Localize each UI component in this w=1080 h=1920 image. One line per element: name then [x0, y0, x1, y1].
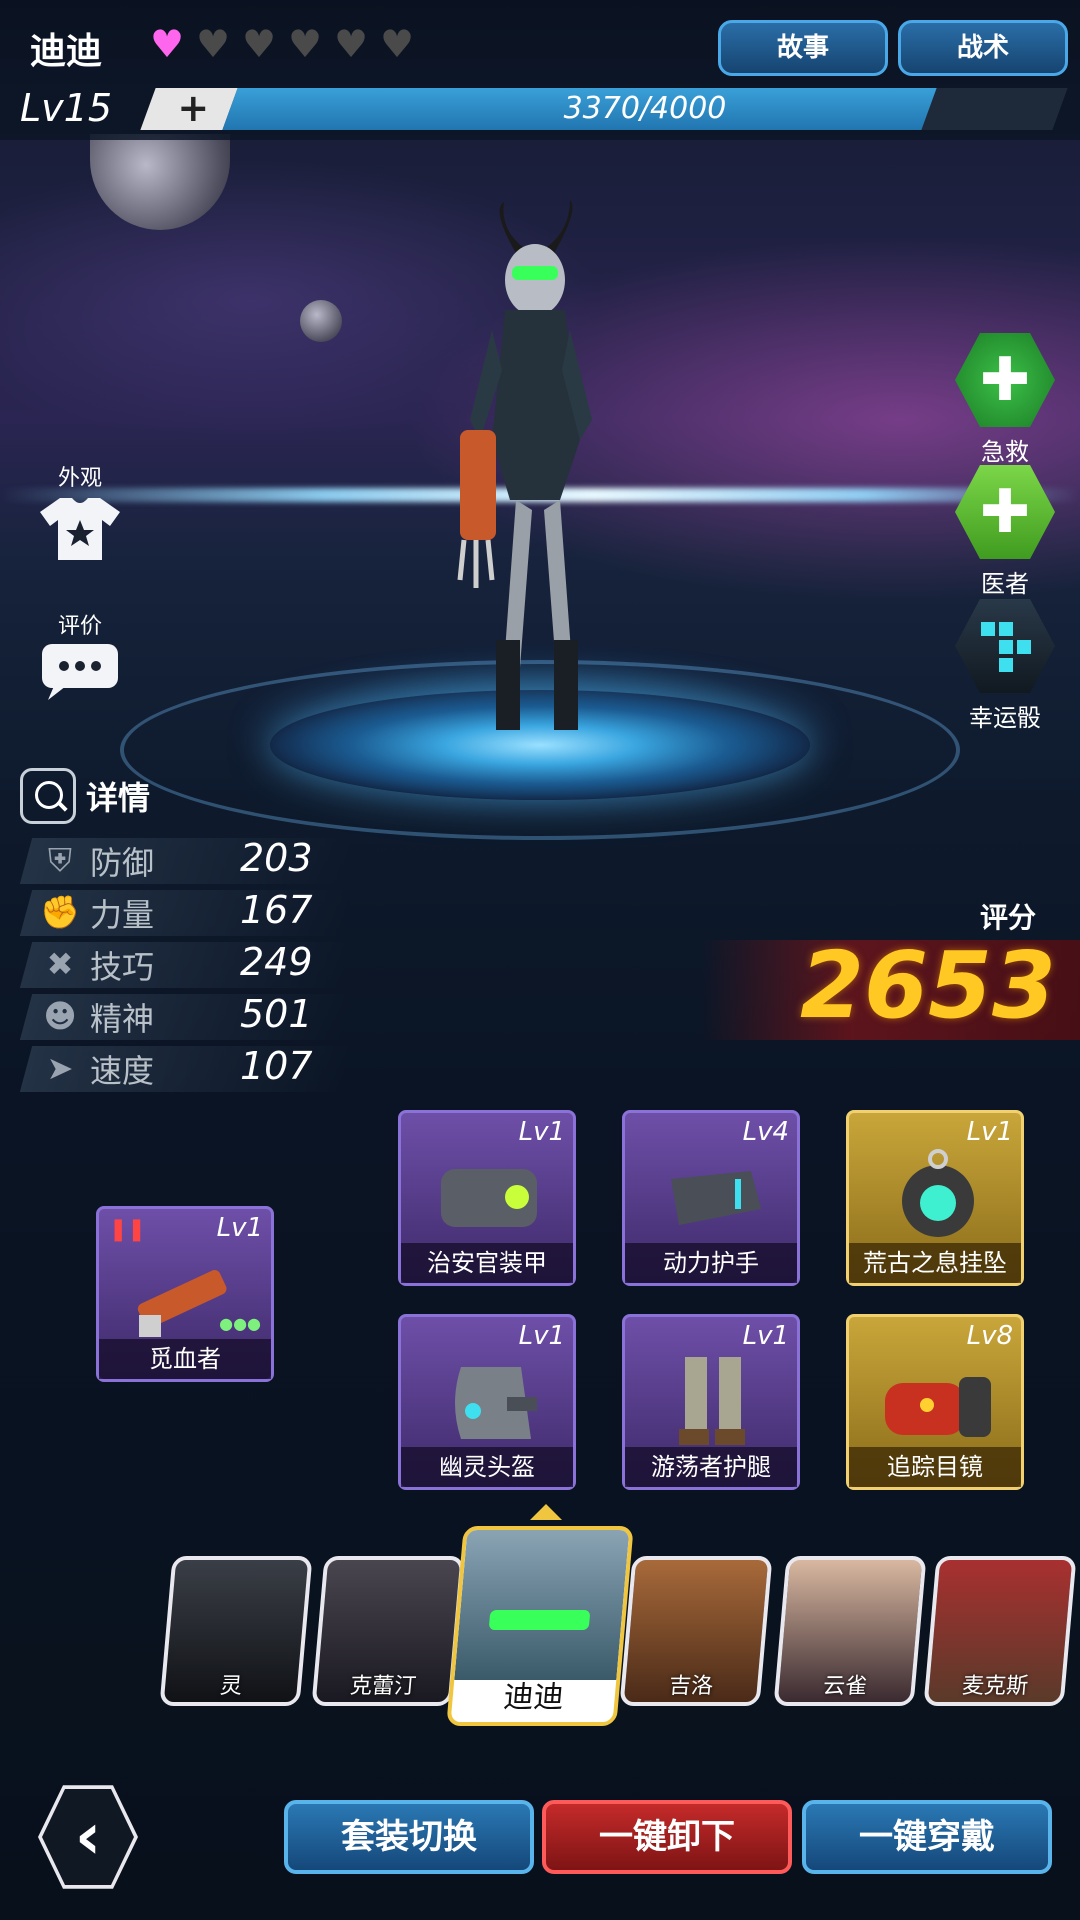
equip-slot-legs[interactable]: Lv1 游荡者护腿 — [622, 1314, 800, 1490]
hero-card[interactable]: 吉洛 — [619, 1556, 773, 1706]
equip-slot-gauntlet[interactable]: Lv4 动力护手 — [622, 1110, 800, 1286]
stat-name-spirit: 精神 — [90, 1000, 155, 1038]
speed-icon: ➤ — [46, 1049, 74, 1087]
equip-level: Lv1 — [966, 1117, 1013, 1147]
shirt-star-icon — [40, 498, 120, 560]
hero-name: 麦克斯 — [961, 1674, 1030, 1699]
gauntlet-icon — [671, 1171, 761, 1225]
equip-name: 游荡者护腿 — [625, 1447, 797, 1487]
eyepiece-icon — [885, 1377, 991, 1437]
hero-card[interactable]: 灵 — [159, 1556, 313, 1706]
heart-icon: ♥ — [288, 22, 323, 66]
affection-hearts: ♥ ♥ ♥ ♥ ♥ ♥ — [150, 22, 416, 66]
selection-arrow-icon — [530, 1504, 562, 1520]
hero-portrait — [454, 1530, 630, 1680]
equip-all-button[interactable]: 一键穿戴 — [802, 1800, 1052, 1874]
moon-small — [300, 300, 342, 342]
stat-value-speed: 107 — [240, 1044, 313, 1088]
plus-icon: + — [177, 86, 210, 130]
dice-icon — [955, 599, 1055, 693]
details-label: 详情 — [86, 779, 151, 817]
stat-name-skill: 技巧 — [90, 948, 155, 986]
heart-icon: ♥ — [334, 22, 369, 66]
shield-icon: ⛨ — [47, 841, 72, 879]
review-button[interactable]: 评价 — [30, 608, 130, 708]
first-aid-button[interactable]: ✚ 急救 — [950, 330, 1060, 467]
equip-level: Lv4 — [742, 1117, 789, 1147]
lucky-dice-button[interactable]: 幸运骰 — [950, 596, 1060, 733]
equip-name: 荒古之息挂坠 — [849, 1243, 1021, 1283]
helmet-icon — [455, 1367, 537, 1439]
equip-name: 治安官装甲 — [401, 1243, 573, 1283]
hero-card[interactable]: 克蕾汀 — [311, 1556, 465, 1706]
xp-text: 3370/4000 — [563, 91, 727, 126]
hero-name: 灵 — [219, 1674, 244, 1699]
stat-value-strength: 167 — [240, 888, 313, 932]
equip-slot-weapon[interactable]: ❚❚ Lv1 ●●● 觅血者 — [96, 1206, 274, 1382]
hero-card[interactable]: 云雀 — [773, 1556, 927, 1706]
equip-slot-eyepiece[interactable]: Lv8 追踪目镜 — [846, 1314, 1024, 1490]
heart-icon: ♥ — [196, 22, 231, 66]
equip-slot-armor[interactable]: Lv1 治安官装甲 — [398, 1110, 576, 1286]
gem-icon: ●●● — [219, 1314, 261, 1333]
magnifier-icon — [20, 768, 76, 824]
lucky-dice-label: 幸运骰 — [969, 704, 1041, 732]
switch-set-button[interactable]: 套装切换 — [284, 1800, 534, 1874]
hero-name: 云雀 — [822, 1674, 869, 1699]
moon-large — [90, 130, 230, 230]
equip-name: 追踪目镜 — [849, 1447, 1021, 1487]
review-label: 评价 — [57, 614, 102, 639]
ammo-icon: ❚❚ — [109, 1217, 146, 1242]
stat-value-defense: 203 — [240, 836, 313, 880]
medical-cross-icon: ✚ — [955, 465, 1055, 559]
appearance-button[interactable]: 外观 — [30, 460, 130, 568]
equip-name: 觅血者 — [99, 1339, 271, 1379]
equip-level: Lv1 — [518, 1321, 565, 1351]
heart-icon: ♥ — [150, 22, 185, 66]
equip-level: Lv1 — [216, 1213, 263, 1243]
hero-card[interactable]: 麦克斯 — [923, 1556, 1077, 1706]
stat-value-skill: 249 — [240, 940, 313, 984]
heart-icon: ♥ — [242, 22, 277, 66]
hero-card-selected[interactable]: 迪迪 — [446, 1526, 634, 1726]
syringe-icon: ✚ — [955, 333, 1055, 427]
equip-level: Lv1 — [518, 1117, 565, 1147]
doctor-button[interactable]: ✚ 医者 — [950, 462, 1060, 599]
hero-name: 吉洛 — [668, 1674, 715, 1699]
details-button[interactable]: 详情 — [20, 768, 150, 824]
equip-level: Lv1 — [742, 1321, 789, 1351]
equip-level: Lv8 — [966, 1321, 1013, 1351]
leg-armor-icon — [679, 1357, 745, 1445]
tactics-button[interactable]: 战术 — [898, 20, 1068, 76]
fist-icon: ✊ — [40, 893, 80, 931]
level-label: Lv15 — [20, 86, 113, 130]
hero-name: 迪迪 — [502, 1680, 566, 1715]
score-value: 2653 — [800, 932, 1057, 1039]
chat-bubble-icon — [42, 644, 118, 700]
tools-icon: ✖ — [46, 945, 74, 983]
stat-value-spirit: 501 — [240, 992, 313, 1036]
doctor-label: 医者 — [981, 570, 1029, 598]
stat-name-speed: 速度 — [90, 1052, 155, 1090]
equip-slot-pendant[interactable]: Lv1 荒古之息挂坠 — [846, 1110, 1024, 1286]
visor-icon — [488, 1610, 591, 1630]
heart-icon: ♥ — [380, 22, 415, 66]
appearance-label: 外观 — [57, 466, 102, 491]
story-button[interactable]: 故事 — [718, 20, 888, 76]
pendant-icon — [902, 1149, 974, 1237]
equip-slot-helmet[interactable]: Lv1 幽灵头盔 — [398, 1314, 576, 1490]
character-name: 迪迪 — [30, 31, 103, 72]
equip-name: 幽灵头盔 — [401, 1447, 573, 1487]
score-label: 评分 — [980, 901, 1037, 934]
stat-name-defense: 防御 — [90, 844, 155, 882]
hero-name: 克蕾汀 — [349, 1674, 418, 1699]
character-model — [457, 200, 592, 730]
unequip-all-button[interactable]: 一键卸下 — [542, 1800, 792, 1874]
stat-name-strength: 力量 — [90, 896, 155, 934]
equip-name: 动力护手 — [625, 1243, 797, 1283]
mind-icon: ☻ — [43, 997, 77, 1035]
armor-icon — [441, 1169, 537, 1227]
